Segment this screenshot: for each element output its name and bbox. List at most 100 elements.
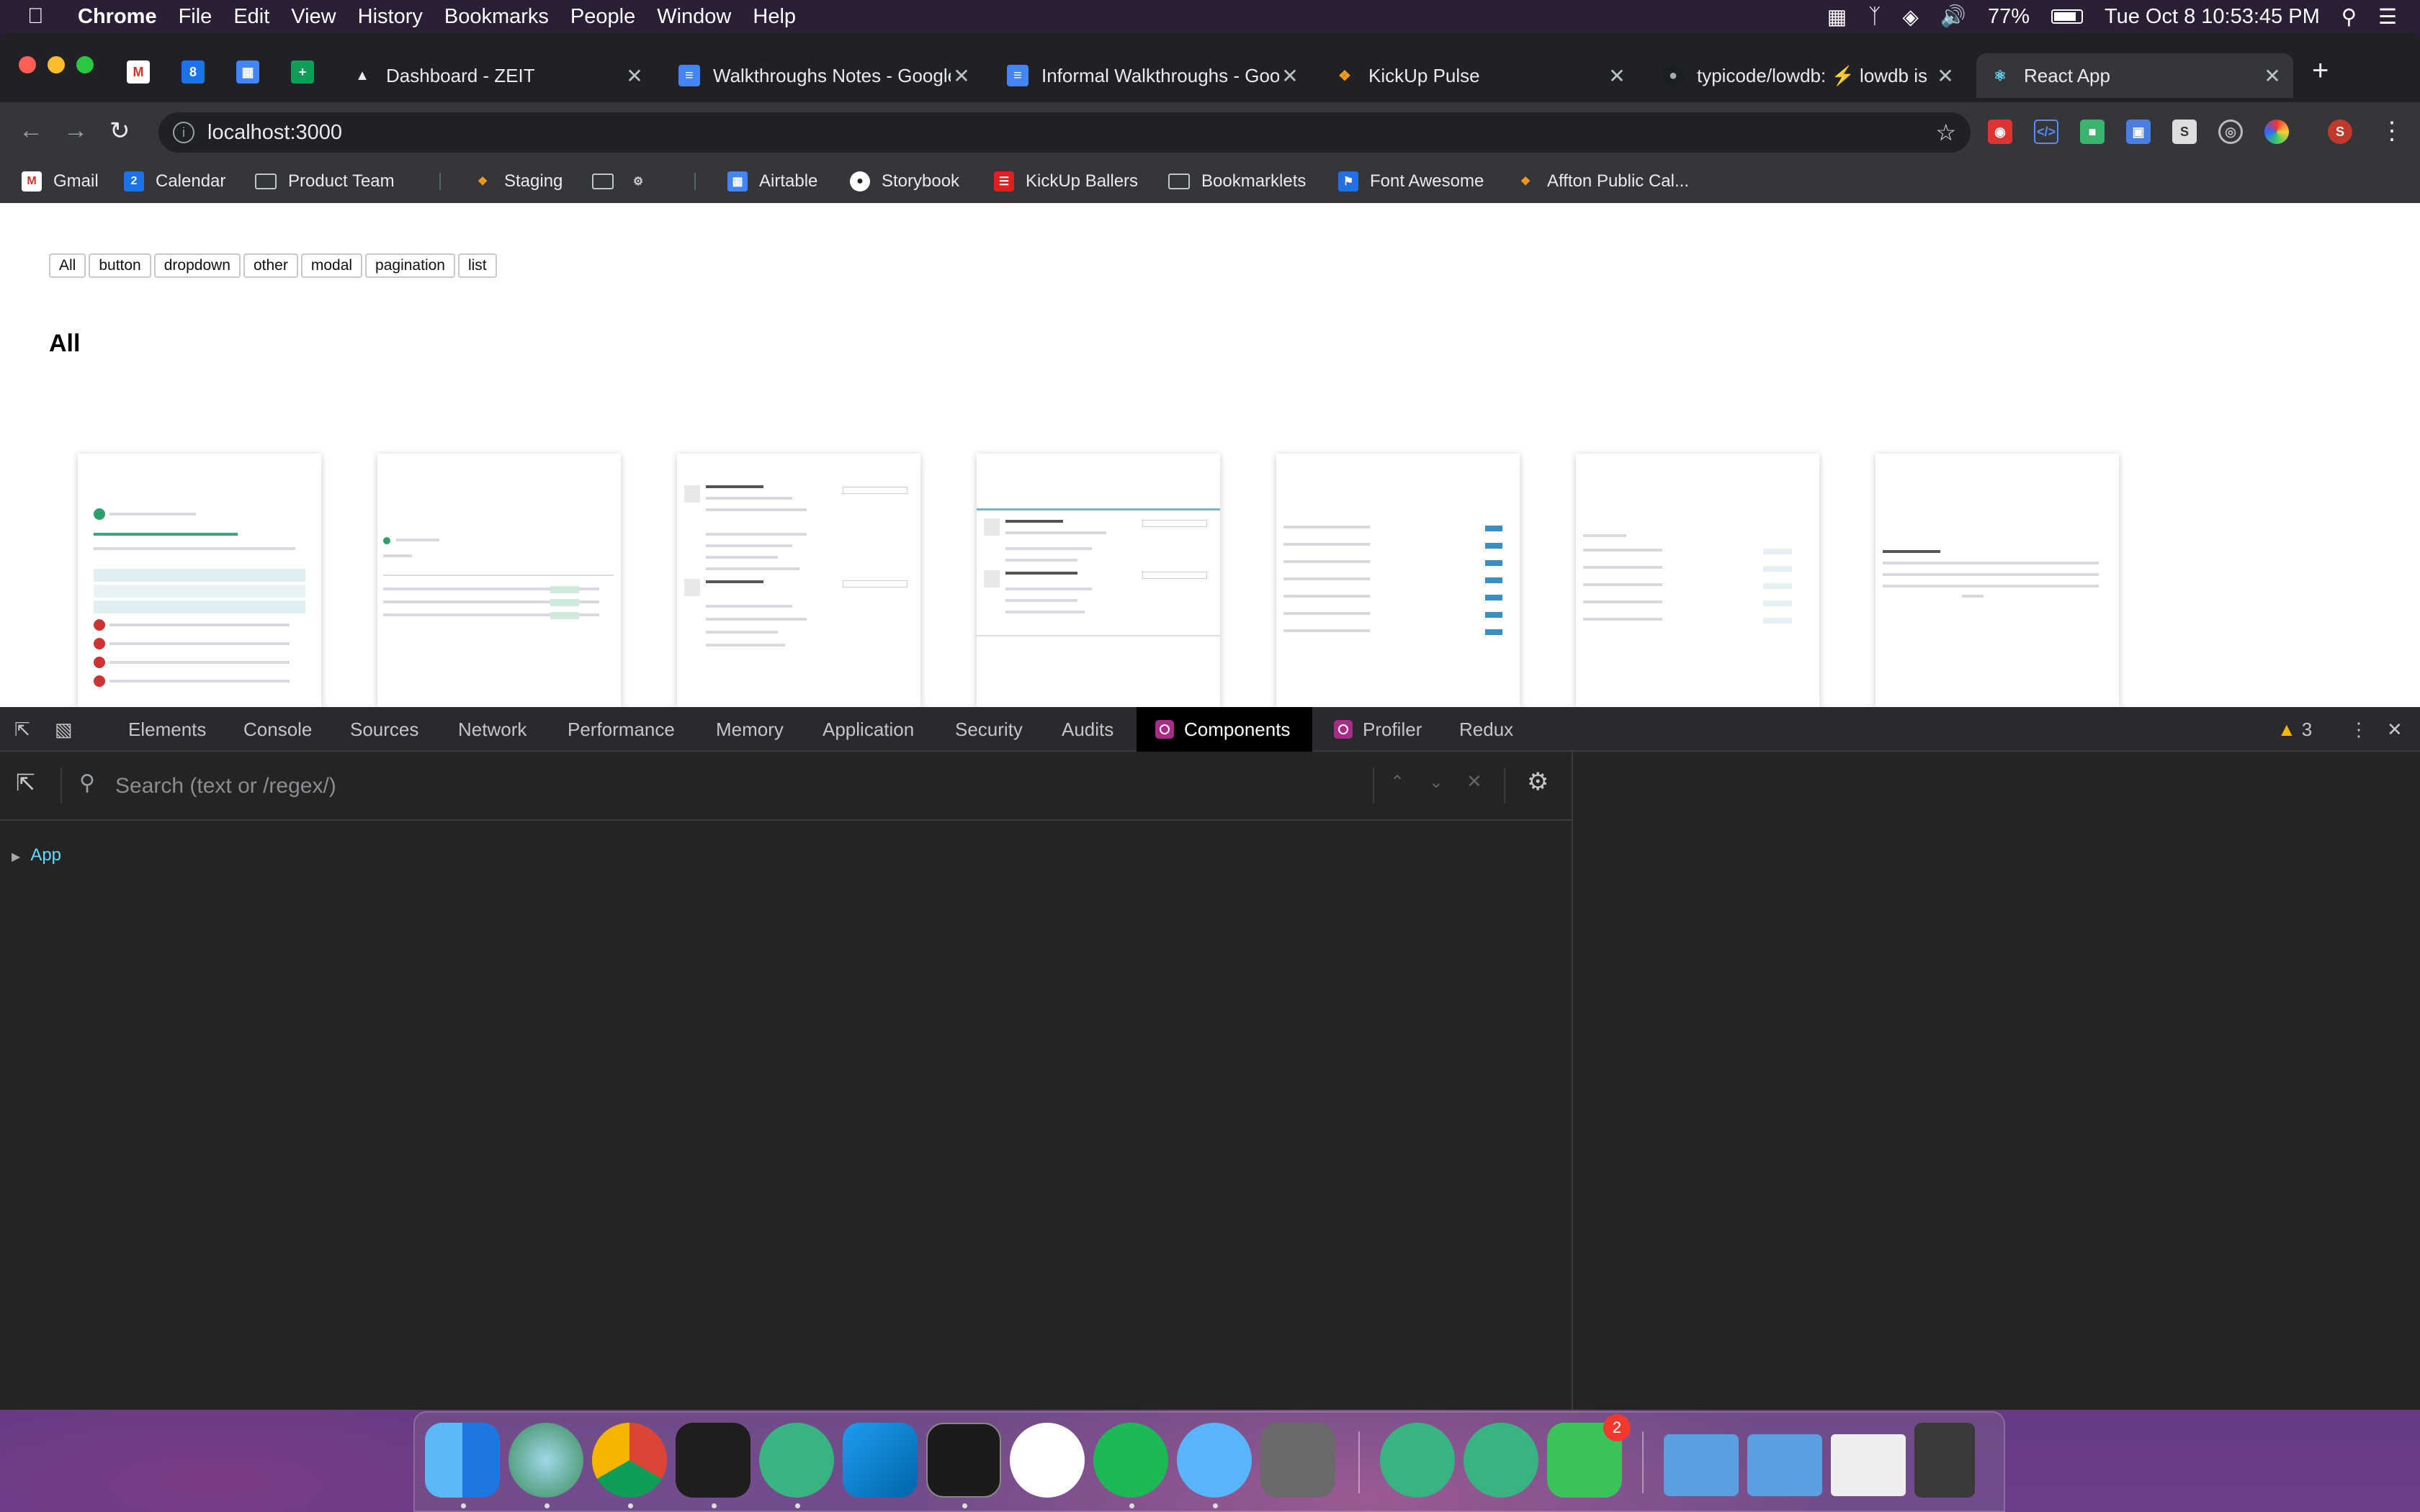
tab-lowdb[interactable]: ● typicode/lowdb: ⚡ lowdb is ✕ xyxy=(1649,53,1966,98)
tab-elements[interactable]: Elements xyxy=(109,707,225,752)
chrome-menu-icon[interactable]: ⋮ xyxy=(2380,117,2404,145)
filter-button-button[interactable]: button xyxy=(89,253,151,278)
close-tab-icon[interactable]: ✕ xyxy=(1279,64,1301,88)
site-info-icon[interactable]: i xyxy=(173,122,194,143)
bluetooth-icon[interactable]: ᛉ xyxy=(1868,5,1881,29)
tab-memory[interactable]: Memory xyxy=(697,707,802,752)
tree-node-app[interactable]: App xyxy=(30,845,61,865)
new-tab-button[interactable]: + xyxy=(2312,55,2329,87)
zoom-window-button[interactable] xyxy=(76,56,94,73)
bookmark-product-team[interactable]: Product Team xyxy=(255,163,395,200)
extension-save-icon[interactable]: ▣ xyxy=(2126,120,2151,144)
filter-other-button[interactable]: other xyxy=(243,253,298,278)
profile-avatar[interactable]: S xyxy=(2328,120,2352,144)
menu-help[interactable]: Help xyxy=(753,5,796,29)
tab-console[interactable]: Console xyxy=(225,707,331,752)
battery-icon[interactable] xyxy=(2051,9,2083,24)
inspect-element-icon[interactable]: ⇱ xyxy=(0,707,45,752)
tab-audits[interactable]: Audits xyxy=(1043,707,1132,752)
close-devtools-icon[interactable]: ✕ xyxy=(2375,707,2414,752)
close-tab-icon[interactable]: ✕ xyxy=(1606,64,1628,88)
minimize-window-button[interactable] xyxy=(48,56,65,73)
volume-icon[interactable]: 🔊 xyxy=(1940,4,1966,29)
menu-app-name[interactable]: Chrome xyxy=(78,5,157,29)
bookmark-folder-unnamed[interactable] xyxy=(592,163,625,200)
filter-dropdown-button[interactable]: dropdown xyxy=(153,253,241,278)
dock-atom-icon[interactable] xyxy=(1380,1423,1455,1498)
device-toolbar-icon[interactable]: ▧ xyxy=(46,707,81,752)
menu-view[interactable]: View xyxy=(291,5,336,29)
extension-image-icon[interactable]: ■ xyxy=(2080,120,2105,144)
dock-terminal-icon[interactable] xyxy=(926,1423,1001,1498)
pinned-tab-airtable[interactable]: ▦ xyxy=(236,60,259,84)
tab-informal-walkthroughs[interactable]: ≡ Informal Walkthroughs - Google ✕ xyxy=(994,53,1311,98)
component-thumbnail[interactable] xyxy=(977,454,1220,707)
component-thumbnail[interactable] xyxy=(1276,454,1520,707)
reload-icon[interactable]: ↻ xyxy=(109,117,130,145)
menu-bookmarks[interactable]: Bookmarks xyxy=(444,5,549,29)
close-tab-icon[interactable]: ✕ xyxy=(951,64,972,88)
filter-pagination-button[interactable]: pagination xyxy=(365,253,455,278)
bookmark-bookmarklets[interactable]: Bookmarklets xyxy=(1168,163,1306,200)
next-result-icon[interactable]: ⌄ xyxy=(1429,772,1443,793)
pinned-tab-sheets[interactable]: + xyxy=(291,60,314,84)
wifi-icon[interactable]: ◈ xyxy=(1903,4,1919,30)
dock-slack-icon[interactable] xyxy=(1010,1423,1085,1498)
extension-color-icon[interactable] xyxy=(2264,120,2289,144)
dock-finder-icon[interactable] xyxy=(425,1423,500,1498)
pinned-tab-calendar[interactable]: 8 xyxy=(182,60,205,84)
extension-1-icon[interactable]: ◉ xyxy=(1988,120,2012,144)
menu-people[interactable]: People xyxy=(570,5,635,29)
forward-arrow-icon[interactable]: → xyxy=(63,117,88,145)
tab-redux[interactable]: Redux xyxy=(1440,707,1532,752)
warnings-indicator[interactable]: ▲ 3 xyxy=(2259,707,2331,752)
bookmark-gmail[interactable]: M Gmail xyxy=(22,163,99,200)
bookmark-font-awesome[interactable]: ⚑ Font Awesome xyxy=(1338,163,1484,200)
bookmark-star-icon[interactable]: ☆ xyxy=(1935,119,1956,146)
address-bar[interactable]: i localhost:3000 ☆ xyxy=(158,112,1971,153)
dock-applications-folder-icon[interactable] xyxy=(1664,1434,1739,1496)
tab-sources[interactable]: Sources xyxy=(331,707,437,752)
tab-walkthroughs-notes[interactable]: ≡ Walkthroughs Notes - Google ✕ xyxy=(666,53,982,98)
component-thumbnail[interactable] xyxy=(677,454,920,707)
filter-modal-button[interactable]: modal xyxy=(300,253,363,278)
tab-components[interactable]: Components xyxy=(1137,707,1312,752)
settings-gear-icon[interactable]: ⚙ xyxy=(1527,768,1549,796)
close-window-button[interactable] xyxy=(19,56,36,73)
clock[interactable]: Tue Oct 8 10:53:45 PM xyxy=(2105,5,2320,29)
dock-system-preferences-icon[interactable] xyxy=(1260,1423,1335,1498)
previous-result-icon[interactable]: ⌃ xyxy=(1390,772,1404,793)
component-thumbnail[interactable] xyxy=(1576,454,1819,707)
expand-triangle-icon[interactable]: ▶ xyxy=(12,850,20,864)
spotlight-search-icon[interactable]: ⚲ xyxy=(2341,4,2357,30)
dock-chrome-icon[interactable] xyxy=(592,1423,667,1498)
bookmark-kickup-ballers[interactable]: ☰ KickUp Ballers xyxy=(994,163,1138,200)
tab-dashboard-zeit[interactable]: ▲ Dashboard - ZEIT ✕ xyxy=(339,53,655,98)
bookmark-airtable[interactable]: ▦ Airtable xyxy=(727,163,817,200)
tab-profiler[interactable]: Profiler xyxy=(1315,707,1440,752)
dock-downloads-folder-icon[interactable] xyxy=(1747,1434,1822,1496)
extension-s-icon[interactable]: S xyxy=(2172,120,2197,144)
battery-percent[interactable]: 77% xyxy=(1988,5,2030,29)
dock-trash-icon[interactable] xyxy=(1914,1423,1975,1498)
select-element-icon[interactable]: ⇱ xyxy=(16,769,35,796)
magnet-layout-icon[interactable]: ▦ xyxy=(1827,4,1847,30)
bookmark-affton[interactable]: ❖ Affton Public Cal... xyxy=(1515,163,1689,200)
dock-vscode-icon[interactable] xyxy=(843,1423,918,1498)
back-arrow-icon[interactable]: ← xyxy=(19,117,43,145)
notification-center-icon[interactable]: ☰ xyxy=(2378,4,2397,30)
extension-target-icon[interactable]: ◎ xyxy=(2218,120,2243,144)
menu-edit[interactable]: Edit xyxy=(233,5,269,29)
dock-messages-icon[interactable] xyxy=(1177,1423,1252,1498)
filter-all-button[interactable]: All xyxy=(49,253,86,278)
menu-file[interactable]: File xyxy=(179,5,212,29)
panel-splitter[interactable] xyxy=(1572,752,1573,1410)
close-tab-icon[interactable]: ✕ xyxy=(1935,64,1956,88)
components-search-input[interactable] xyxy=(115,770,1340,802)
close-tab-icon[interactable]: ✕ xyxy=(2262,64,2283,88)
bookmark-calendar[interactable]: 2 Calendar xyxy=(124,163,225,200)
pinned-tab-gmail[interactable]: M xyxy=(127,60,150,84)
component-thumbnail[interactable] xyxy=(1876,454,2119,707)
tab-kickup-pulse[interactable]: ❖ KickUp Pulse ✕ xyxy=(1321,53,1638,98)
dock-atom-icon[interactable] xyxy=(759,1423,834,1498)
